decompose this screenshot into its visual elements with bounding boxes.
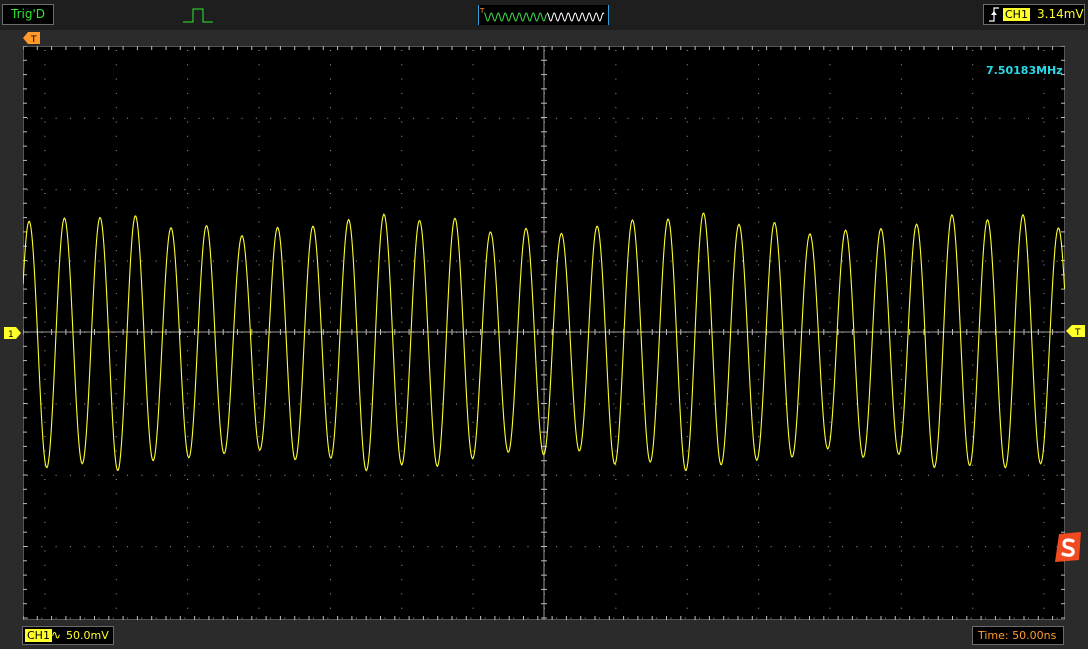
top-status-bar: Trig'D T CH1 3.14mV <box>0 0 1088 30</box>
waveform-graticule <box>23 46 1065 620</box>
timebase-value: Time: 50.00ns <box>978 629 1057 642</box>
pulse-waveform-icon <box>183 8 213 23</box>
trigger-level-value: 3.14mV <box>1037 7 1084 21</box>
overview-waveform-icon: T <box>479 7 605 22</box>
trigger-position-marker-label: T <box>30 35 37 44</box>
ch1-ground-marker[interactable]: 1 <box>4 327 22 339</box>
timebase-panel[interactable]: Time: 50.00ns <box>972 626 1064 645</box>
trigger-level-marker-label: T <box>1074 328 1081 337</box>
ch1-volts-per-div: 50.0mV <box>66 629 109 642</box>
rising-edge-icon <box>989 7 999 22</box>
ch1-label: CH1 <box>25 629 52 642</box>
trigger-status-text: Trig'D <box>11 7 45 21</box>
ac-coupling-icon: ∿ <box>51 628 62 642</box>
waveform-overview-bar[interactable]: T <box>478 5 609 25</box>
app-logo-icon <box>1055 532 1081 562</box>
trigger-level-marker[interactable]: T <box>1066 325 1086 337</box>
frequency-readout: 7.50183MHz <box>986 64 1063 77</box>
ch1-scale-panel[interactable]: CH1 ∿ 50.0mV <box>22 626 114 645</box>
svg-text:T: T <box>479 7 485 15</box>
trigger-channel-label: CH1 <box>1003 8 1030 21</box>
trigger-info-panel[interactable]: CH1 3.14mV <box>983 4 1085 25</box>
trigger-position-strip <box>0 30 1088 46</box>
ch1-ground-marker-label: 1 <box>8 330 14 339</box>
trigger-status-badge: Trig'D <box>2 4 54 25</box>
trigger-position-marker[interactable]: T <box>23 32 41 44</box>
